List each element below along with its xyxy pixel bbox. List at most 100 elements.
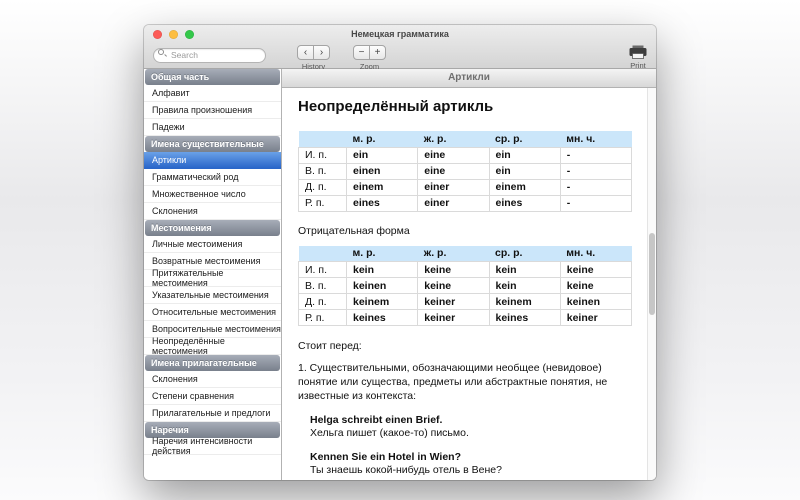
sidebar-item[interactable]: Артикли: [144, 152, 281, 169]
table-cell: eines: [345, 194, 419, 212]
table-cell: keine: [417, 261, 490, 278]
search-field: [153, 45, 266, 63]
table-row: И. п. ein eine ein -: [298, 146, 633, 164]
sidebar-section-header: Имена прилагательные: [145, 355, 280, 371]
table-column-header: м. р.: [346, 245, 418, 262]
case-label-cell: И. п.: [298, 146, 347, 164]
table-cell: -: [559, 146, 633, 164]
toolbar: ‹ › History − + Zoom: [144, 43, 656, 71]
table-row: И. п. kein keine kein keine: [298, 261, 633, 278]
table-row: Р. п. eines einer eines -: [298, 194, 633, 212]
titlebar[interactable]: Немецкая грамматика: [144, 25, 656, 43]
sidebar-section-header: Местоимения: [145, 220, 280, 236]
table-cell: keine: [559, 261, 633, 278]
sidebar-section-header: Имена существительные: [145, 136, 280, 152]
plus-icon: +: [374, 46, 381, 58]
case-label-cell: Р. п.: [298, 309, 347, 326]
table-row: Р. п. keines keiner keines keiner: [298, 309, 633, 326]
window-title: Немецкая грамматика: [351, 29, 449, 39]
minus-icon: −: [358, 46, 365, 58]
case-label-cell: Р. п.: [298, 194, 347, 212]
table-cell: keiner: [417, 309, 490, 326]
sidebar-item[interactable]: Относительные местоимения: [144, 304, 281, 321]
history-group: ‹ › History: [297, 45, 330, 71]
table-cell: ein: [488, 146, 561, 164]
usage-label: Стоит перед:: [298, 340, 362, 352]
negative-article-table: м. р. ж. р. ср. р. мн. ч. И. п. kein keine kein…: [298, 245, 633, 326]
sidebar-item[interactable]: Грамматический род: [144, 169, 281, 186]
table-cell: ein: [488, 162, 561, 180]
table-cell: kein: [345, 261, 419, 278]
sidebar-item[interactable]: Множественное число: [144, 186, 281, 203]
table-row: Д. п. einem einer einem -: [298, 178, 633, 196]
sidebar-item[interactable]: Правила произношения: [144, 102, 281, 119]
sidebar-item[interactable]: Падежи: [144, 119, 281, 136]
table-cell: keiner: [417, 293, 490, 310]
sidebar-item[interactable]: Наречия интенсивности действия: [144, 436, 281, 456]
sidebar-item[interactable]: Личные местоимения: [144, 236, 281, 253]
table-column-header: ср. р.: [489, 131, 561, 147]
minimize-button[interactable]: [169, 30, 178, 39]
table-cell: keiner: [559, 309, 633, 326]
sidebar-item[interactable]: Указательные местоимения: [144, 287, 281, 304]
table-cell: einem: [345, 178, 419, 196]
sidebar-item[interactable]: Степени сравнения: [144, 388, 281, 405]
case-label-cell: Д. п.: [298, 293, 347, 310]
example-german: Helga schreibt einen Brief.: [310, 413, 443, 426]
table-cell: keines: [488, 309, 561, 326]
scrollbar-track[interactable]: [647, 88, 656, 480]
table-cell: -: [559, 178, 633, 196]
table-cell: keinen: [345, 277, 419, 294]
sidebar-item[interactable]: Прилагательные и предлоги: [144, 405, 281, 422]
indefinite-article-table: м. р. ж. р. ср. р. мн. ч. И. п. ein eine ein - В.…: [298, 131, 633, 212]
table-cell: kein: [488, 277, 561, 294]
table-cell: keine: [417, 277, 490, 294]
zoom-group: − + Zoom: [353, 45, 386, 71]
table-cell: keines: [345, 309, 419, 326]
back-icon: ‹: [303, 46, 308, 58]
history-forward-button[interactable]: ›: [313, 45, 330, 60]
table-cell: -: [559, 162, 633, 180]
table-header-row: м. р. ж. р. ср. р. мн. ч.: [298, 245, 632, 262]
examples-list: Helga schreibt einen Brief. Хельга пишет …: [298, 414, 632, 480]
example-block: Kennen Sie ein Hotel in Wien? Ты знаешь к…: [310, 451, 632, 478]
rule-paragraph: 1. Существительными, обозначающими необщ…: [298, 362, 608, 403]
content-area: Неопределённый артикль м. р. ж. р. ср. р. м…: [282, 88, 656, 480]
sidebar-item[interactable]: Притяжательные местоимения: [144, 268, 281, 288]
table-row: В. п. einen eine ein -: [298, 162, 633, 180]
close-button[interactable]: [153, 30, 162, 39]
sidebar-item[interactable]: Неопределённые местоимения: [144, 336, 281, 356]
example-german: Kennen Sie ein Hotel in Wien?: [310, 450, 462, 463]
table-cell: keinem: [488, 293, 561, 310]
table-cell: einen: [345, 162, 419, 180]
content-header: Артикли: [282, 69, 656, 88]
table-column-header: ср. р.: [489, 245, 561, 262]
table-header-row: м. р. ж. р. ср. р. мн. ч.: [298, 131, 632, 147]
traffic-lights: [153, 30, 194, 39]
zoom-out-button[interactable]: −: [353, 45, 370, 60]
printer-icon: [629, 45, 647, 59]
sidebar: Общая часть Алфавит Правила произношения Па…: [144, 69, 282, 480]
table-row: В. п. keinen keine kein keine: [298, 277, 633, 294]
search-input[interactable]: [153, 47, 266, 63]
table-column-header: ж. р.: [417, 131, 489, 147]
table-column-header: м. р.: [346, 131, 418, 147]
case-label-cell: В. п.: [298, 162, 347, 180]
forward-icon: ›: [319, 46, 324, 58]
sidebar-item[interactable]: Склонения: [144, 203, 281, 220]
print-group[interactable]: Print: [629, 44, 647, 70]
app-window: Немецкая грамматика ‹ › History: [144, 25, 656, 480]
fullscreen-button[interactable]: [185, 30, 194, 39]
case-label-cell: В. п.: [298, 277, 347, 294]
table-cell: eines: [488, 194, 561, 212]
sidebar-item[interactable]: Склонения: [144, 371, 281, 388]
scrollbar-thumb[interactable]: [649, 233, 655, 315]
example-block: Helga schreibt einen Brief. Хельга пишет …: [310, 414, 632, 441]
table-cell: einem: [488, 178, 561, 196]
sidebar-item[interactable]: Алфавит: [144, 85, 281, 102]
main-pane: Артикли Неопределённый артикль м. р. ж. р…: [282, 69, 656, 480]
table-column-header: ж. р.: [417, 245, 489, 262]
history-back-button[interactable]: ‹: [297, 45, 314, 60]
table-cell: keine: [559, 277, 633, 294]
zoom-in-button[interactable]: +: [369, 45, 386, 60]
